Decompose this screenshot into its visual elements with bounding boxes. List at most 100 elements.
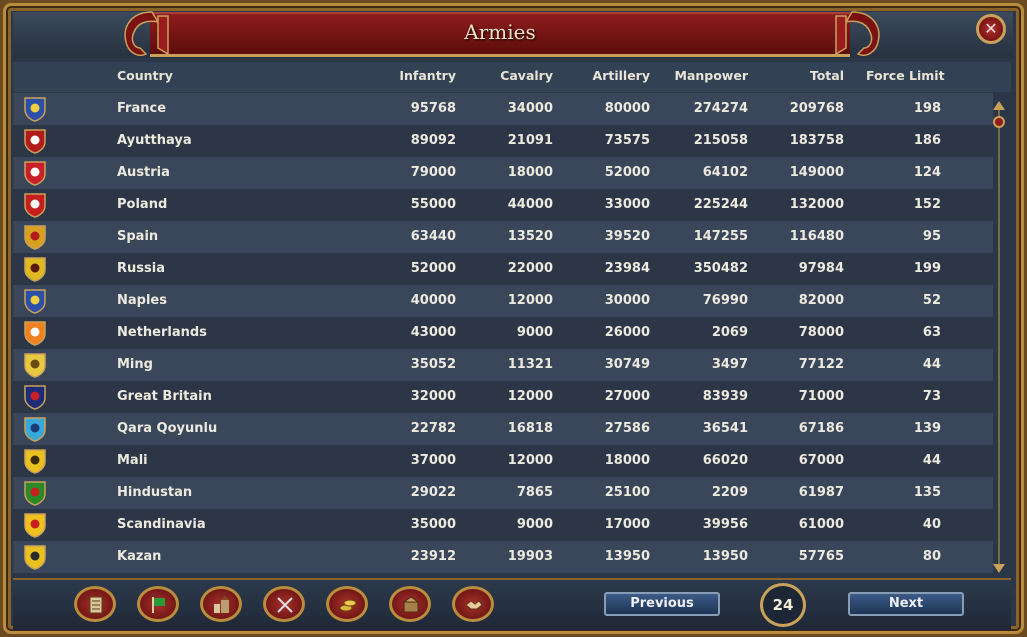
country-flag-icon[interactable]	[23, 480, 47, 506]
cell-artillery: 17000	[604, 517, 650, 532]
cell-force-limit: 186	[913, 133, 941, 148]
cell-country: Netherlands	[117, 325, 207, 340]
cell-artillery: 18000	[604, 453, 650, 468]
previous-button[interactable]: Previous	[604, 592, 720, 616]
handshake-icon	[465, 600, 483, 610]
table-row[interactable]: Great Britain 32000 12000 27000 83939 71000 73	[13, 381, 993, 413]
country-flag-icon[interactable]	[23, 448, 47, 474]
cell-cavalry: 9000	[516, 517, 553, 532]
header-cavalry[interactable]: Cavalry	[477, 68, 553, 83]
table-row[interactable]: Netherlands 43000 9000 26000 2069 78000 63	[13, 317, 993, 349]
cell-force-limit: 199	[913, 261, 941, 276]
country-flag-icon[interactable]	[23, 160, 47, 186]
country-flag-icon[interactable]	[23, 224, 47, 250]
table-row[interactable]: Spain 63440 13520 39520 147255 116480 95	[13, 221, 993, 253]
cell-infantry: 63440	[410, 229, 456, 244]
cell-infantry: 40000	[410, 293, 456, 308]
table-row[interactable]: Kazan 23912 19903 13950 13950 57765 80	[13, 541, 993, 573]
cell-cavalry: 44000	[507, 197, 553, 212]
table-row[interactable]: Poland 55000 44000 33000 225244 132000 152	[13, 189, 993, 221]
table-row[interactable]: Scandinavia 35000 9000 17000 39956 61000 40	[13, 509, 993, 541]
trade-button[interactable]	[389, 586, 431, 622]
cell-total: 209768	[789, 101, 844, 116]
cell-manpower: 39956	[702, 517, 748, 532]
economy-button[interactable]	[326, 586, 368, 622]
country-flag-icon[interactable]	[23, 192, 47, 218]
flag-button[interactable]	[137, 586, 179, 622]
country-flag-icon[interactable]	[23, 544, 47, 570]
buildings-button[interactable]	[200, 586, 242, 622]
cell-country: Ming	[117, 357, 153, 372]
table-row[interactable]: Ming 35052 11321 30749 3497 77122 44	[13, 349, 993, 381]
close-button[interactable]: ✕	[976, 14, 1006, 44]
cell-manpower: 215058	[693, 133, 748, 148]
cell-country: Austria	[117, 165, 170, 180]
military-button[interactable]	[263, 586, 305, 622]
cell-manpower: 2069	[711, 325, 748, 340]
country-flag-icon[interactable]	[23, 512, 47, 538]
cell-infantry: 35052	[410, 357, 456, 372]
cell-manpower: 3497	[711, 357, 748, 372]
cell-infantry: 32000	[410, 389, 456, 404]
table-row[interactable]: Hindustan 29022 7865 25100 2209 61987 135	[13, 477, 993, 509]
cell-force-limit: 124	[913, 165, 941, 180]
country-flag-icon[interactable]	[23, 384, 47, 410]
country-flag-icon[interactable]	[23, 128, 47, 154]
cell-cavalry: 19903	[507, 549, 553, 564]
table-row[interactable]: Qara Qoyunlu 22782 16818 27586 36541 67186 139	[13, 413, 993, 445]
cell-manpower: 274274	[693, 101, 748, 116]
header-country[interactable]: Country	[117, 68, 173, 83]
header-infantry[interactable]: Infantry	[380, 68, 456, 83]
header-force-limit[interactable]: Force Limit	[866, 68, 945, 83]
table-row[interactable]: Ayutthaya 89092 21091 73575 215058 183758 186	[13, 125, 993, 157]
diplomacy-button[interactable]	[452, 586, 494, 622]
flag-icon	[152, 597, 165, 613]
country-flag-icon[interactable]	[23, 352, 47, 378]
header-total[interactable]: Total	[768, 68, 844, 83]
country-flag-icon[interactable]	[23, 416, 47, 442]
country-flag-icon[interactable]	[23, 288, 47, 314]
cell-country: Great Britain	[117, 389, 212, 404]
cell-infantry: 52000	[410, 261, 456, 276]
header-manpower[interactable]: Manpower	[668, 68, 749, 83]
cell-country: Naples	[117, 293, 167, 308]
cell-cavalry: 9000	[516, 325, 553, 340]
table-row[interactable]: France 95768 34000 80000 274274 209768 198	[13, 93, 993, 125]
vertical-scrollbar[interactable]	[992, 100, 1006, 576]
cell-infantry: 55000	[410, 197, 456, 212]
cell-total: 67186	[798, 421, 844, 436]
cell-infantry: 95768	[410, 101, 456, 116]
table-row[interactable]: Mali 37000 12000 18000 66020 67000 44	[13, 445, 993, 477]
cell-total: 116480	[789, 229, 844, 244]
cell-country: Kazan	[117, 549, 162, 564]
country-flag-icon[interactable]	[23, 320, 47, 346]
cell-country: Qara Qoyunlu	[117, 421, 218, 436]
crossed-swords-icon	[277, 597, 293, 613]
cell-artillery: 26000	[604, 325, 650, 340]
ledger-button[interactable]	[74, 586, 116, 622]
cell-manpower: 350482	[693, 261, 748, 276]
cell-artillery: 27000	[604, 389, 650, 404]
cell-total: 71000	[798, 389, 844, 404]
cell-total: 132000	[789, 197, 844, 212]
cell-artillery: 80000	[604, 101, 650, 116]
table-row[interactable]: Naples 40000 12000 30000 76990 82000 52	[13, 285, 993, 317]
cell-artillery: 13950	[604, 549, 650, 564]
table-row[interactable]: Austria 79000 18000 52000 64102 149000 124	[13, 157, 993, 189]
cell-manpower: 83939	[702, 389, 748, 404]
cell-artillery: 30749	[604, 357, 650, 372]
cell-country: Poland	[117, 197, 168, 212]
table-row[interactable]: Russia 52000 22000 23984 350482 97984 199	[13, 253, 993, 285]
buildings-icon	[214, 596, 229, 613]
cell-country: France	[117, 101, 167, 116]
trade-goods-icon	[402, 596, 420, 613]
next-button[interactable]: Next	[848, 592, 964, 616]
cell-manpower: 147255	[693, 229, 748, 244]
cell-country: Russia	[117, 261, 165, 276]
cell-force-limit: 63	[922, 325, 941, 340]
cell-total: 149000	[789, 165, 844, 180]
cell-artillery: 27586	[604, 421, 650, 436]
country-flag-icon[interactable]	[23, 96, 47, 122]
header-artillery[interactable]: Artillery	[574, 68, 650, 83]
country-flag-icon[interactable]	[23, 256, 47, 282]
